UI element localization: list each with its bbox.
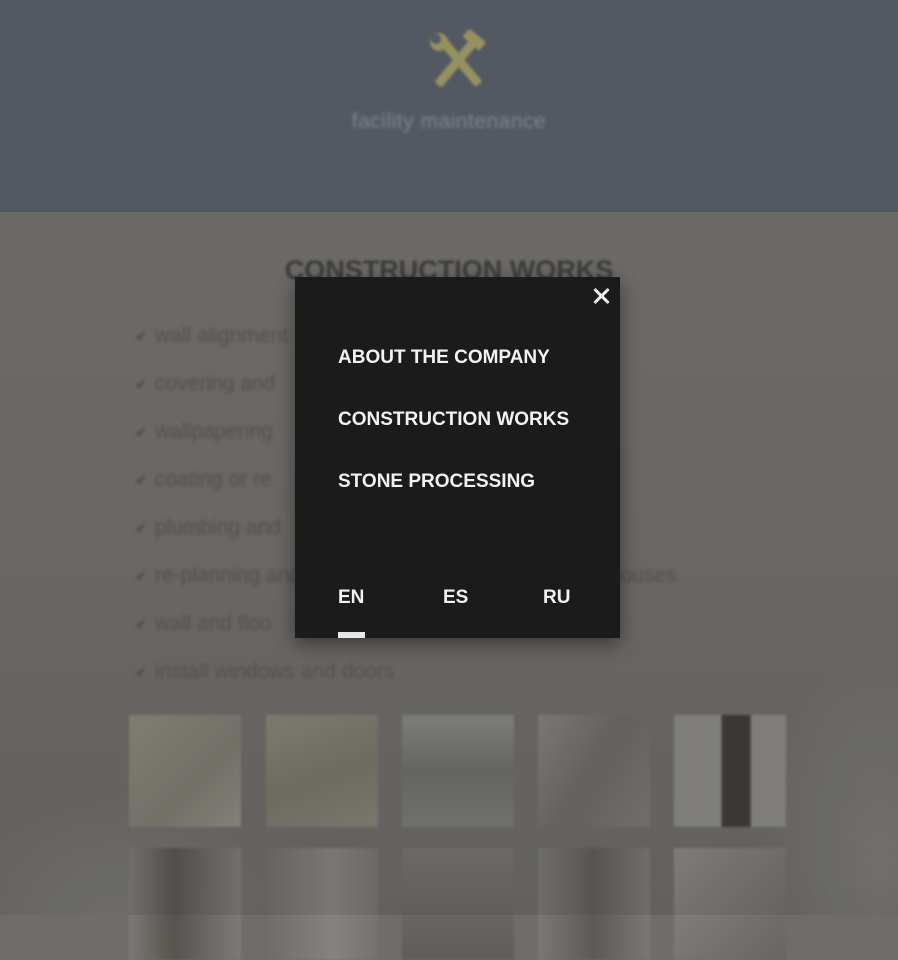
active-language-indicator xyxy=(338,632,365,638)
close-icon[interactable] xyxy=(590,285,612,307)
language-switcher: EN ES RU xyxy=(295,587,620,638)
language-ru[interactable]: RU xyxy=(543,587,570,609)
language-es[interactable]: ES xyxy=(443,587,468,609)
menu-item-construction-works[interactable]: CONSTRUCTION WORKS xyxy=(338,407,569,469)
menu-item-stone-processing[interactable]: STONE PROCESSING xyxy=(338,469,569,531)
menu-item-about-company[interactable]: ABOUT THE COMPANY xyxy=(338,345,569,407)
language-en[interactable]: EN xyxy=(338,587,364,609)
modal-menu: ABOUT THE COMPANY CONSTRUCTION WORKS STO… xyxy=(338,345,569,531)
navigation-modal: ABOUT THE COMPANY CONSTRUCTION WORKS STO… xyxy=(295,277,620,638)
